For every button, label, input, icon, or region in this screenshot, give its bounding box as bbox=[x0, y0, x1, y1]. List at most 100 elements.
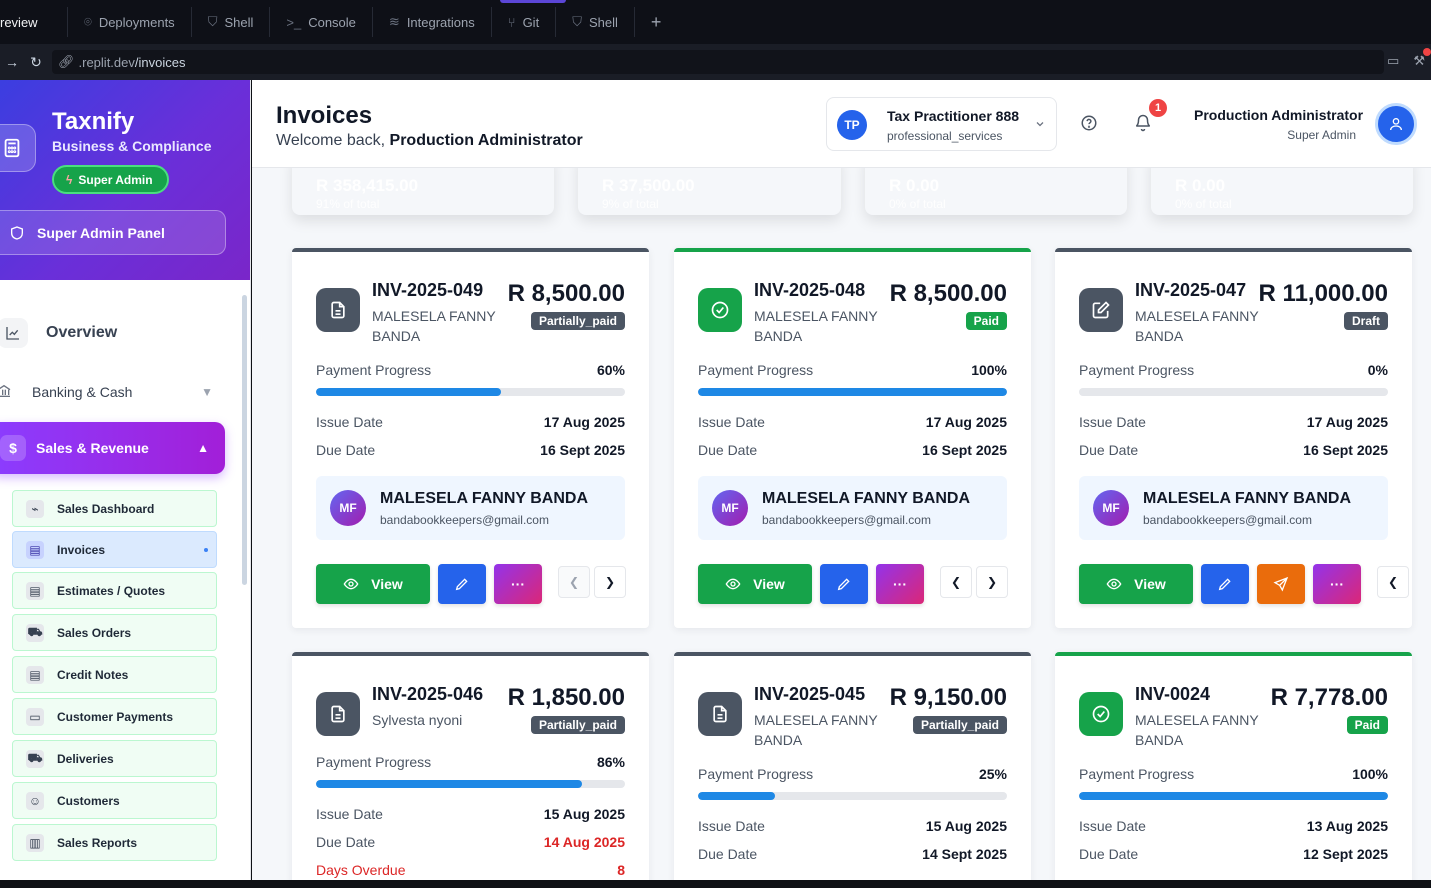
prev-button[interactable]: ❮ bbox=[558, 566, 590, 598]
users-icon: ☺ bbox=[26, 791, 44, 810]
tenant-name: Tax Practitioner 888 bbox=[887, 108, 1020, 124]
shield-icon bbox=[11, 225, 23, 240]
status-badge: Draft bbox=[1343, 312, 1388, 330]
sidebar-subitem-credit-notes[interactable]: ▤ Credit Notes bbox=[12, 656, 217, 693]
invoice-icon: ▤ bbox=[26, 540, 44, 559]
avatar: MF bbox=[330, 490, 366, 526]
sidebar-subitem-invoices[interactable]: ▤ Invoices bbox=[12, 531, 217, 568]
tab-label: Integrations bbox=[406, 14, 475, 30]
progress-value: 0% bbox=[1367, 362, 1388, 378]
more-button[interactable]: ··· bbox=[494, 564, 542, 604]
add-tab-button[interactable]: + bbox=[635, 12, 678, 33]
sidebar-subitem-sales-dashboard[interactable]: ⌁ Sales Dashboard bbox=[12, 490, 217, 527]
summary-percent: 0% of total bbox=[1175, 197, 1232, 211]
sidebar-subitem-sales-reports[interactable]: ▥ Sales Reports bbox=[12, 824, 217, 861]
next-button[interactable]: ❯ bbox=[976, 566, 1008, 598]
status-badge: Paid bbox=[965, 312, 1007, 330]
subitem-label: Credit Notes bbox=[57, 667, 129, 682]
payment-progress-row: Payment Progress 0% bbox=[1079, 362, 1388, 378]
progress-fill bbox=[1079, 792, 1388, 800]
progress-fill bbox=[698, 388, 1007, 396]
tab-git[interactable]: ⑂ Git bbox=[492, 7, 557, 37]
invoice-number[interactable]: INV-0024 bbox=[1135, 684, 1210, 705]
edit-square-icon bbox=[1079, 288, 1123, 332]
view-button[interactable]: View bbox=[698, 564, 812, 604]
payment-progress-row: Payment Progress 100% bbox=[1079, 766, 1388, 782]
tab-integrations[interactable]: ≋ Integrations bbox=[373, 7, 492, 37]
url-field[interactable]: 🔗︎ .replit.dev/invoices bbox=[52, 50, 1384, 74]
next-button[interactable]: ❯ bbox=[594, 566, 626, 598]
welcome-text: Welcome back, Production Administrator bbox=[276, 132, 583, 150]
edit-button[interactable] bbox=[438, 564, 486, 604]
invoice-amount: R 8,500.00 bbox=[507, 280, 625, 307]
sidebar-item-banking[interactable]: Banking & Cash ▼ bbox=[0, 380, 225, 404]
subitem-label: Sales Dashboard bbox=[57, 501, 155, 516]
more-button[interactable]: ··· bbox=[876, 564, 924, 604]
browser-tab-bar: review ⌾ Deployments ⛉ Shell >_ Console ≋ In… bbox=[0, 0, 1431, 44]
client-email: bandabookkeepers@gmail.com bbox=[762, 513, 931, 527]
card-status-strip bbox=[292, 248, 649, 252]
eye-icon bbox=[1106, 578, 1122, 590]
send-button[interactable] bbox=[1257, 564, 1305, 604]
tenant-selector[interactable]: TP Tax Practitioner 888 professional_ser… bbox=[826, 97, 1057, 151]
forward-icon[interactable]: → bbox=[0, 54, 24, 70]
sidebar-item-sales[interactable]: $ Sales & Revenue ▲ bbox=[0, 422, 225, 474]
invoice-number[interactable]: INV-2025-047 bbox=[1135, 280, 1246, 301]
sidebar-scrollbar[interactable] bbox=[242, 295, 247, 585]
view-button[interactable]: View bbox=[316, 564, 430, 604]
brand-panel: Taxnify Business & Compliance ϟ Super Ad… bbox=[0, 80, 250, 280]
tools-icon[interactable]: ⚒ bbox=[1413, 53, 1425, 69]
sidebar-subitem-sales-orders[interactable]: ⛟ Sales Orders bbox=[12, 614, 217, 651]
edit-button[interactable] bbox=[820, 564, 868, 604]
sidebar-subitem-customers[interactable]: ☺ Customers bbox=[12, 782, 217, 819]
chevron-left-icon: ❮ bbox=[1387, 575, 1399, 589]
sidebar-subitem-deliveries[interactable]: ⛟ Deliveries bbox=[12, 740, 217, 777]
chevron-up-icon: ▲ bbox=[197, 441, 209, 455]
invoice-number[interactable]: INV-2025-046 bbox=[372, 684, 483, 705]
invoice-client: MALESELA FANNY BANDA bbox=[1135, 308, 1259, 344]
invoice-number[interactable]: INV-2025-045 bbox=[754, 684, 865, 705]
bell-icon[interactable] bbox=[1134, 114, 1152, 132]
progress-label: Payment Progress bbox=[316, 754, 432, 770]
tab-preview[interactable]: review bbox=[0, 7, 68, 37]
active-dot bbox=[204, 547, 208, 552]
progress-value: 100% bbox=[971, 362, 1007, 378]
card-status-strip bbox=[1055, 248, 1412, 252]
user-name: Production Administrator bbox=[1194, 107, 1364, 123]
issue-date-label: Issue Date bbox=[316, 806, 383, 822]
issue-date-row: Issue Date 17 Aug 2025 bbox=[316, 414, 625, 430]
edit-button[interactable] bbox=[1201, 564, 1249, 604]
days-overdue-label: Days Overdue bbox=[316, 862, 406, 878]
invoice-number[interactable]: INV-2025-049 bbox=[372, 280, 483, 301]
help-icon[interactable] bbox=[1080, 114, 1098, 132]
tab-console[interactable]: >_ Console bbox=[270, 7, 373, 37]
summary-amount: R 358,415.00 bbox=[316, 176, 419, 195]
progress-fill bbox=[698, 792, 776, 800]
invoice-amount: R 8,500.00 bbox=[889, 280, 1007, 307]
view-button[interactable]: View bbox=[1079, 564, 1193, 604]
invoice-number[interactable]: INV-2025-048 bbox=[754, 280, 865, 301]
invoice-client: MALESELA FANNY BANDA bbox=[754, 308, 878, 344]
reload-icon[interactable]: ↻ bbox=[24, 54, 48, 71]
progress-value: 100% bbox=[1352, 766, 1388, 782]
super-admin-panel-button[interactable]: Super Admin Panel bbox=[0, 210, 226, 255]
check-circle-icon bbox=[698, 288, 742, 332]
sidebar-subitem-estimates[interactable]: ▤ Estimates / Quotes bbox=[12, 572, 217, 609]
prev-button[interactable]: ❮ bbox=[1377, 566, 1409, 598]
more-button[interactable]: ··· bbox=[1313, 564, 1361, 604]
active-tab-indicator bbox=[500, 0, 566, 3]
tab-deployments[interactable]: ⌾ Deployments bbox=[68, 7, 192, 37]
tab-shell[interactable]: ⛉ Shell bbox=[192, 7, 271, 37]
sidebar-subitem-customer-payments[interactable]: ▭ Customer Payments bbox=[12, 698, 217, 735]
sidebar-item-overview[interactable]: Overview bbox=[0, 316, 240, 350]
user-avatar[interactable] bbox=[1375, 103, 1417, 145]
invoice-amount: R 1,850.00 bbox=[507, 684, 625, 711]
devices-icon[interactable]: ▭ bbox=[1387, 53, 1399, 69]
issue-date-label: Issue Date bbox=[698, 414, 765, 430]
subitem-label: Customer Payments bbox=[57, 709, 174, 724]
status-badge: Paid bbox=[1346, 716, 1388, 734]
tab-shell-2[interactable]: ⛉ Shell bbox=[556, 7, 635, 37]
prev-button[interactable]: ❮ bbox=[940, 566, 972, 598]
dollar-icon: $ bbox=[0, 435, 26, 461]
tab-label: Shell bbox=[588, 14, 618, 30]
